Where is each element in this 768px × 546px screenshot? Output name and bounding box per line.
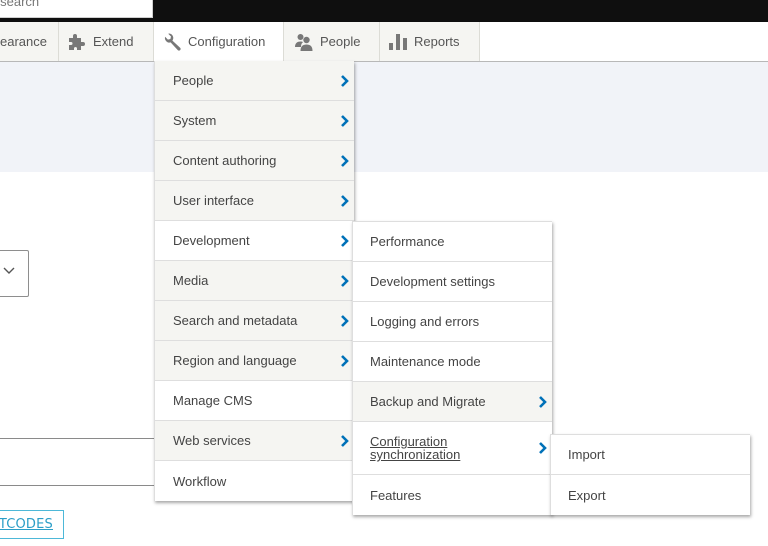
menu-item-label: Region and language: [173, 353, 297, 368]
tray-item-configuration[interactable]: Configuration: [154, 22, 284, 61]
menu-item-import[interactable]: Import: [551, 435, 750, 475]
select-dropdown[interactable]: [0, 250, 29, 297]
menu-item-label: System: [173, 113, 217, 128]
admin-menu-tray: earance Extend Configuration People Repo…: [0, 22, 768, 62]
configuration-dropdown: People System Content authoring User int…: [154, 61, 354, 501]
tray-item-label: Reports: [414, 34, 460, 49]
tray-item-people[interactable]: People: [284, 22, 380, 61]
menu-item-label: Web services: [173, 433, 251, 448]
menu-item-configuration-synchronization[interactable]: Configuration synchronization: [353, 422, 552, 475]
menu-item-performance[interactable]: Performance: [353, 222, 552, 262]
menu-item-label: People: [173, 73, 214, 88]
chevron-right-icon: [538, 441, 548, 455]
tray-item-extend[interactable]: Extend: [59, 22, 154, 61]
menu-item-search-and-metadata[interactable]: Search and metadata: [155, 301, 354, 341]
menu-item-label: Development: [173, 233, 250, 248]
wrench-icon: [162, 32, 182, 52]
tray-item-label: Extend: [93, 34, 134, 49]
menu-item-label: Workflow: [173, 473, 227, 489]
quick-search-placeholder: k search: [0, 0, 40, 9]
tray-item-reports[interactable]: Reports: [380, 22, 480, 61]
chevron-right-icon: [340, 194, 350, 208]
menu-item-label: Maintenance mode: [370, 354, 481, 369]
menu-item-region-and-language[interactable]: Region and language: [155, 341, 354, 381]
menu-item-label: Content authoring: [173, 153, 277, 168]
chevron-right-icon: [340, 154, 350, 168]
chevron-right-icon: [340, 234, 350, 248]
menu-item-web-services[interactable]: Web services: [155, 421, 354, 461]
menu-item-user-interface[interactable]: User interface: [155, 181, 354, 221]
menu-item-people[interactable]: People: [155, 61, 354, 101]
config-sync-submenu: Import Export: [550, 434, 750, 515]
chevron-right-icon: [340, 434, 350, 448]
menu-item-label: Manage CMS: [173, 393, 253, 408]
tray-item-label: Configuration: [188, 34, 266, 49]
menu-item-label: Development settings: [370, 274, 496, 289]
chevron-right-icon: [340, 274, 350, 288]
menu-item-label: Logging and errors: [370, 314, 480, 329]
shortcodes-button[interactable]: RTCODES: [0, 510, 64, 539]
chevron-down-icon: [3, 267, 15, 274]
chevron-right-icon: [340, 354, 350, 368]
menu-item-media[interactable]: Media: [155, 261, 354, 301]
divider: [0, 485, 160, 486]
menu-item-label: User interface: [173, 193, 254, 208]
menu-item-label: Export: [568, 487, 606, 503]
menu-item-development[interactable]: Development: [155, 221, 354, 261]
menu-item-export[interactable]: Export: [551, 475, 750, 515]
menu-item-features[interactable]: Features: [353, 475, 552, 515]
chevron-right-icon: [340, 314, 350, 328]
chevron-right-icon: [340, 114, 350, 128]
bar-chart-icon: [388, 32, 408, 52]
menu-item-workflow[interactable]: Workflow: [155, 461, 354, 501]
menu-item-label: Performance: [370, 234, 445, 249]
menu-item-logging-and-errors[interactable]: Logging and errors: [353, 302, 552, 342]
chevron-right-icon: [538, 395, 548, 409]
quick-search-input[interactable]: k search: [0, 0, 153, 18]
tray-item-label: People: [320, 34, 361, 49]
menu-item-label: Import: [568, 447, 605, 462]
development-submenu: Performance Development settings Logging…: [352, 221, 552, 515]
menu-item-maintenance-mode[interactable]: Maintenance mode: [353, 342, 552, 382]
menu-item-label: Media: [173, 273, 209, 288]
chevron-right-icon: [340, 74, 350, 88]
menu-item-label: Features: [370, 487, 422, 503]
tray-item-label: earance: [0, 34, 47, 49]
page-header-band: [0, 62, 768, 172]
menu-item-label: Search and metadata: [173, 313, 298, 328]
divider: [0, 438, 160, 439]
menu-item-system[interactable]: System: [155, 101, 354, 141]
menu-item-content-authoring[interactable]: Content authoring: [155, 141, 354, 181]
puzzle-icon: [67, 32, 87, 52]
menu-item-development-settings[interactable]: Development settings: [353, 262, 552, 302]
menu-item-backup-and-migrate[interactable]: Backup and Migrate: [353, 382, 552, 422]
tray-item-appearance[interactable]: earance: [0, 22, 59, 61]
people-icon: [294, 32, 314, 52]
menu-item-label: Configuration synchronization: [370, 434, 461, 462]
menu-item-label: Backup and Migrate: [370, 394, 486, 409]
menu-item-manage-cms[interactable]: Manage CMS: [155, 381, 354, 421]
